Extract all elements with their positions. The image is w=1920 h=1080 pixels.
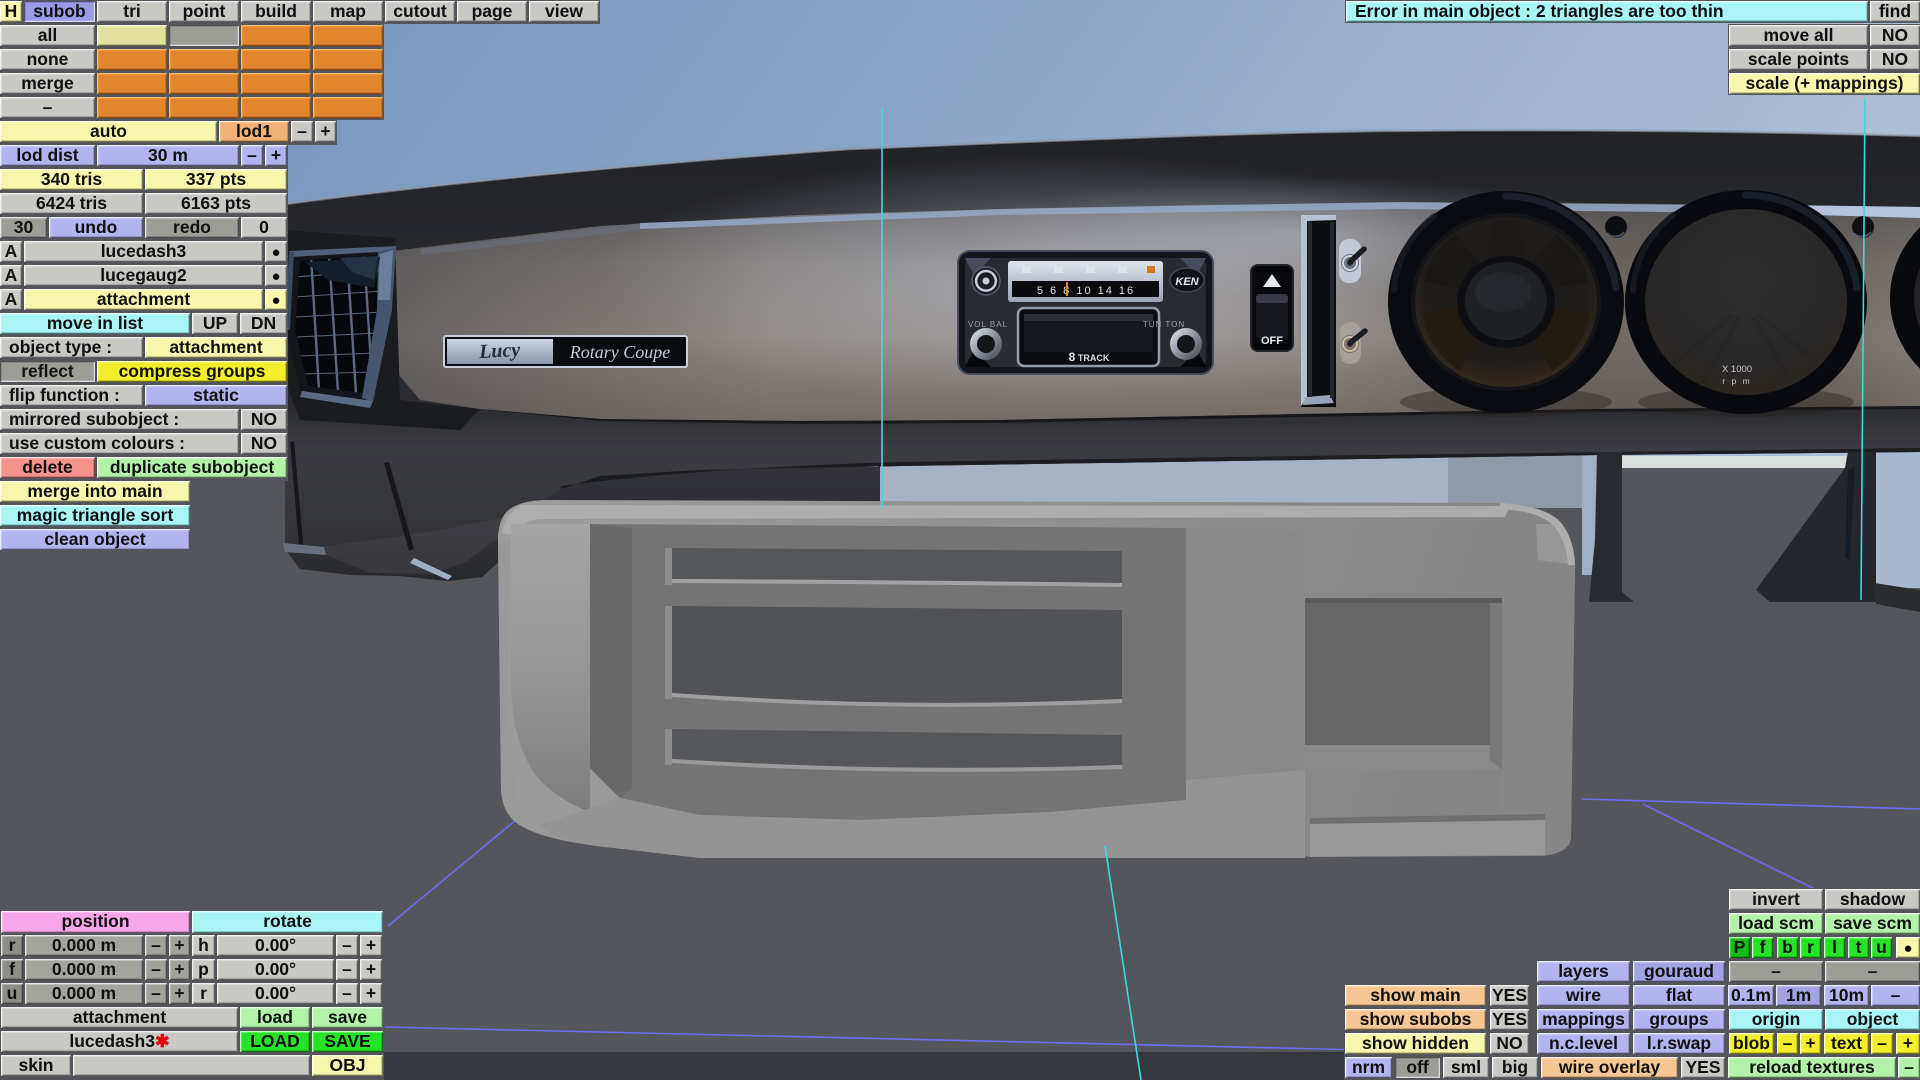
svg-text:OFF: OFF [1261,335,1283,347]
svg-text:VOL BAL: VOL BAL [968,320,1008,329]
svg-text:5 6 8 10 14 16: 5 6 8 10 14 16 [1037,285,1135,297]
svg-text:Lucy: Lucy [478,339,521,363]
svg-text:X 1000: X 1000 [1722,364,1752,375]
svg-text:KEN: KEN [1175,276,1199,288]
svg-text:r p m: r p m [1722,376,1751,386]
svg-text:Rotary Coupe: Rotary Coupe [569,342,671,362]
svg-text:TUN TON: TUN TON [1143,320,1185,329]
svg-text:8 TRACK: 8 TRACK [1069,350,1110,364]
